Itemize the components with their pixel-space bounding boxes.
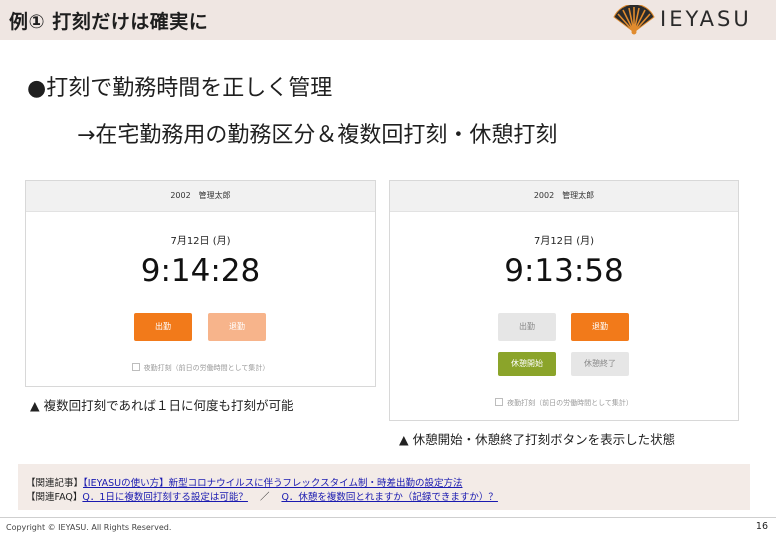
related-links-box: 【関連記事】【IEYASUの使い方】新型コロナウイルスに伴うフレックスタイム制・…: [18, 464, 750, 510]
clock-out-button[interactable]: 退勤: [208, 313, 266, 341]
main-heading: ●打刻で勤務時間を正しく管理: [27, 76, 333, 101]
related-article-prefix: 【関連記事】: [26, 478, 84, 489]
clock-in-button[interactable]: 出勤: [498, 313, 556, 341]
date-label: 7月12日 (月): [170, 236, 231, 247]
clock-time: 9:14:28: [140, 253, 261, 289]
checkbox-icon[interactable]: [131, 363, 140, 371]
date-label: 7月12日 (月): [533, 236, 595, 247]
caption-break-punch: ▲ 休憩開始・休憩終了打刻ボタンを表示した状態: [399, 432, 676, 447]
checkbox-icon[interactable]: [495, 398, 504, 406]
ieyasu-logo: IEYASU: [610, 4, 770, 36]
folding-fan-icon: [613, 5, 655, 35]
logo-text: IEYASU: [660, 7, 752, 31]
night-shift-label: 夜勤打刻（前日の労働時間として集計）: [507, 399, 633, 407]
break-start-button[interactable]: 休憩開始: [498, 352, 556, 376]
time-clock-panel-multiple: 2002 管理太郎 7月12日 (月) 9:14:28 出勤 退勤 夜勤打刻（前…: [25, 180, 376, 387]
employee-name: 2002 管理太郎: [26, 181, 375, 212]
faq-link-multiple-breaks[interactable]: Q．休憩を複数回とれますか（記録できますか）？: [281, 492, 497, 503]
slide-header: 例① 打刻だけは確実に IEYASU: [0, 0, 776, 40]
clock-time: 9:13:58: [504, 253, 624, 289]
related-article-line: 【関連記事】【IEYASUの使い方】新型コロナウイルスに伴うフレックスタイム制・…: [26, 475, 462, 489]
copyright: Copyright © IEYASU. All Rights Reserved.: [6, 523, 172, 532]
faq-separator: ／: [259, 492, 270, 503]
related-article-link[interactable]: 【IEYASUの使い方】新型コロナウイルスに伴うフレックスタイム制・時差出勤の設…: [83, 478, 462, 489]
page-number: 16: [755, 521, 768, 532]
slide-title: 例① 打刻だけは確実に: [9, 11, 209, 33]
faq-link-multiple-punch[interactable]: Q．1日に複数回打刻する設定は可能？: [82, 492, 248, 503]
related-faq-prefix: 【関連FAQ】: [26, 492, 83, 503]
related-faq-line: 【関連FAQ】Q．1日に複数回打刻する設定は可能？ ／ Q．休憩を複数回とれますか（…: [26, 489, 498, 503]
clock-in-button[interactable]: 出勤: [134, 313, 192, 341]
break-end-button[interactable]: 休憩終了: [571, 352, 629, 376]
footer-divider: [0, 517, 776, 518]
time-clock-panel-break: 2002 管理太郎 7月12日 (月) 9:13:58 出勤 退勤 休憩開始 休…: [389, 180, 739, 421]
employee-name: 2002 管理太郎: [390, 181, 738, 212]
night-shift-checkbox[interactable]: 夜勤打刻（前日の労働時間として集計）: [390, 398, 738, 408]
night-shift-label: 夜勤打刻（前日の労働時間として集計）: [143, 364, 270, 372]
caption-multiple-punch: ▲ 複数回打刻であれば１日に何度も打刻が可能: [30, 398, 294, 413]
clock-out-button[interactable]: 退勤: [571, 313, 629, 341]
night-shift-checkbox[interactable]: 夜勤打刻（前日の労働時間として集計）: [26, 363, 375, 373]
sub-heading: →在宅勤務用の勤務区分＆複数回打刻・休憩打刻: [77, 123, 558, 148]
